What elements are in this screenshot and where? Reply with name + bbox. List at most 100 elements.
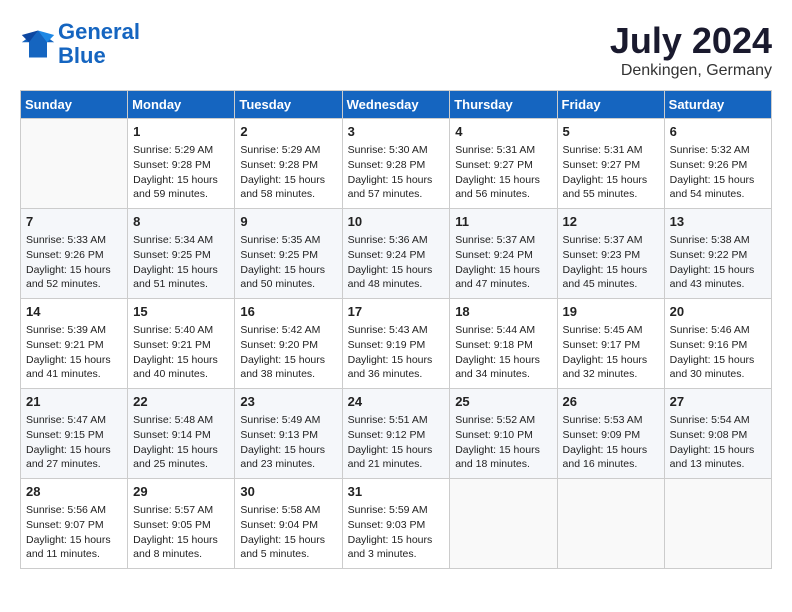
day-info: Sunrise: 5:37 AM Sunset: 9:23 PM Dayligh… <box>563 233 659 292</box>
day-number: 28 <box>26 483 122 501</box>
calendar-cell: 30 Sunrise: 5:58 AM Sunset: 9:04 PM Dayli… <box>235 479 342 569</box>
day-number: 7 <box>26 213 122 231</box>
week-row-3: 14 Sunrise: 5:39 AM Sunset: 9:21 PM Dayli… <box>21 299 772 389</box>
calendar-cell: 4 Sunrise: 5:31 AM Sunset: 9:27 PM Daylig… <box>450 119 557 209</box>
logo-text: General Blue <box>58 20 140 68</box>
day-info: Sunrise: 5:42 AM Sunset: 9:20 PM Dayligh… <box>240 323 336 382</box>
calendar-cell: 7Sunrise: 5:33 AM Sunset: 9:26 PM Daylig… <box>21 209 128 299</box>
weekday-header-monday: Monday <box>128 91 235 119</box>
day-number: 21 <box>26 393 122 411</box>
week-row-5: 28 Sunrise: 5:56 AM Sunset: 9:07 PM Dayli… <box>21 479 772 569</box>
calendar-cell: 26Sunrise: 5:53 AM Sunset: 9:09 PM Dayli… <box>557 389 664 479</box>
logo-icon <box>20 26 56 62</box>
calendar-cell <box>557 479 664 569</box>
day-number: 10 <box>348 213 445 231</box>
day-number: 30 <box>240 483 336 501</box>
calendar-cell: 29Sunrise: 5:57 AM Sunset: 9:05 PM Dayli… <box>128 479 235 569</box>
day-number: 2 <box>240 123 336 141</box>
calendar-cell: 28 Sunrise: 5:56 AM Sunset: 9:07 PM Dayli… <box>21 479 128 569</box>
logo-line2: Blue <box>58 43 106 68</box>
week-row-2: 7Sunrise: 5:33 AM Sunset: 9:26 PM Daylig… <box>21 209 772 299</box>
day-info: Sunrise: 5:36 AM Sunset: 9:24 PM Dayligh… <box>348 233 445 292</box>
day-info: Sunrise: 5:29 AM Sunset: 9:28 PM Dayligh… <box>133 143 229 202</box>
calendar-cell: 8 Sunrise: 5:34 AM Sunset: 9:25 PM Daylig… <box>128 209 235 299</box>
calendar-cell: 14 Sunrise: 5:39 AM Sunset: 9:21 PM Dayli… <box>21 299 128 389</box>
calendar-body: 1Sunrise: 5:29 AM Sunset: 9:28 PM Daylig… <box>21 119 772 569</box>
day-info: Sunrise: 5:34 AM Sunset: 9:25 PM Dayligh… <box>133 233 229 292</box>
calendar-cell <box>21 119 128 209</box>
location: Denkingen, Germany <box>610 62 772 80</box>
calendar-cell: 19 Sunrise: 5:45 AM Sunset: 9:17 PM Dayli… <box>557 299 664 389</box>
month-title: July 2024 <box>610 20 772 62</box>
calendar-cell: 18Sunrise: 5:44 AM Sunset: 9:18 PM Dayli… <box>450 299 557 389</box>
calendar-cell: 20 Sunrise: 5:46 AM Sunset: 9:16 PM Dayli… <box>664 299 771 389</box>
day-info: Sunrise: 5:58 AM Sunset: 9:04 PM Dayligh… <box>240 503 336 562</box>
calendar-cell: 22 Sunrise: 5:48 AM Sunset: 9:14 PM Dayli… <box>128 389 235 479</box>
day-info: Sunrise: 5:54 AM Sunset: 9:08 PM Dayligh… <box>670 413 766 472</box>
calendar-cell: 15 Sunrise: 5:40 AM Sunset: 9:21 PM Dayli… <box>128 299 235 389</box>
day-info: Sunrise: 5:57 AM Sunset: 9:05 PM Dayligh… <box>133 503 229 562</box>
day-number: 27 <box>670 393 766 411</box>
calendar-cell: 1Sunrise: 5:29 AM Sunset: 9:28 PM Daylig… <box>128 119 235 209</box>
calendar-cell: 31 Sunrise: 5:59 AM Sunset: 9:03 PM Dayli… <box>342 479 450 569</box>
day-info: Sunrise: 5:51 AM Sunset: 9:12 PM Dayligh… <box>348 413 445 472</box>
calendar-cell: 5 Sunrise: 5:31 AM Sunset: 9:27 PM Daylig… <box>557 119 664 209</box>
day-number: 12 <box>563 213 659 231</box>
day-info: Sunrise: 5:39 AM Sunset: 9:21 PM Dayligh… <box>26 323 122 382</box>
calendar-cell: 11 Sunrise: 5:37 AM Sunset: 9:24 PM Dayli… <box>450 209 557 299</box>
day-info: Sunrise: 5:47 AM Sunset: 9:15 PM Dayligh… <box>26 413 122 472</box>
week-row-4: 21 Sunrise: 5:47 AM Sunset: 9:15 PM Dayli… <box>21 389 772 479</box>
day-info: Sunrise: 5:59 AM Sunset: 9:03 PM Dayligh… <box>348 503 445 562</box>
calendar-table: SundayMondayTuesdayWednesdayThursdayFrid… <box>20 90 772 569</box>
weekday-header-thursday: Thursday <box>450 91 557 119</box>
day-info: Sunrise: 5:32 AM Sunset: 9:26 PM Dayligh… <box>670 143 766 202</box>
day-number: 22 <box>133 393 229 411</box>
weekday-header-saturday: Saturday <box>664 91 771 119</box>
day-info: Sunrise: 5:31 AM Sunset: 9:27 PM Dayligh… <box>455 143 551 202</box>
day-info: Sunrise: 5:40 AM Sunset: 9:21 PM Dayligh… <box>133 323 229 382</box>
day-number: 19 <box>563 303 659 321</box>
day-number: 9 <box>240 213 336 231</box>
day-info: Sunrise: 5:29 AM Sunset: 9:28 PM Dayligh… <box>240 143 336 202</box>
day-info: Sunrise: 5:56 AM Sunset: 9:07 PM Dayligh… <box>26 503 122 562</box>
calendar-cell: 9Sunrise: 5:35 AM Sunset: 9:25 PM Daylig… <box>235 209 342 299</box>
day-number: 31 <box>348 483 445 501</box>
day-number: 5 <box>563 123 659 141</box>
calendar-cell <box>450 479 557 569</box>
day-number: 6 <box>670 123 766 141</box>
day-info: Sunrise: 5:30 AM Sunset: 9:28 PM Dayligh… <box>348 143 445 202</box>
weekday-header-sunday: Sunday <box>21 91 128 119</box>
calendar-cell: 21 Sunrise: 5:47 AM Sunset: 9:15 PM Dayli… <box>21 389 128 479</box>
day-number: 13 <box>670 213 766 231</box>
logo: General Blue <box>20 20 140 68</box>
calendar-cell: 27 Sunrise: 5:54 AM Sunset: 9:08 PM Dayli… <box>664 389 771 479</box>
day-info: Sunrise: 5:37 AM Sunset: 9:24 PM Dayligh… <box>455 233 551 292</box>
day-info: Sunrise: 5:45 AM Sunset: 9:17 PM Dayligh… <box>563 323 659 382</box>
day-number: 20 <box>670 303 766 321</box>
calendar-cell: 12 Sunrise: 5:37 AM Sunset: 9:23 PM Dayli… <box>557 209 664 299</box>
day-number: 14 <box>26 303 122 321</box>
day-info: Sunrise: 5:31 AM Sunset: 9:27 PM Dayligh… <box>563 143 659 202</box>
logo-line1: General <box>58 19 140 44</box>
day-number: 4 <box>455 123 551 141</box>
calendar-cell: 2 Sunrise: 5:29 AM Sunset: 9:28 PM Daylig… <box>235 119 342 209</box>
day-number: 15 <box>133 303 229 321</box>
day-info: Sunrise: 5:52 AM Sunset: 9:10 PM Dayligh… <box>455 413 551 472</box>
weekday-header-row: SundayMondayTuesdayWednesdayThursdayFrid… <box>21 91 772 119</box>
weekday-header-tuesday: Tuesday <box>235 91 342 119</box>
week-row-1: 1Sunrise: 5:29 AM Sunset: 9:28 PM Daylig… <box>21 119 772 209</box>
calendar-cell: 25Sunrise: 5:52 AM Sunset: 9:10 PM Dayli… <box>450 389 557 479</box>
weekday-header-friday: Friday <box>557 91 664 119</box>
day-number: 8 <box>133 213 229 231</box>
calendar-cell: 10 Sunrise: 5:36 AM Sunset: 9:24 PM Dayli… <box>342 209 450 299</box>
day-number: 11 <box>455 213 551 231</box>
day-info: Sunrise: 5:48 AM Sunset: 9:14 PM Dayligh… <box>133 413 229 472</box>
day-info: Sunrise: 5:46 AM Sunset: 9:16 PM Dayligh… <box>670 323 766 382</box>
day-number: 24 <box>348 393 445 411</box>
title-block: July 2024 Denkingen, Germany <box>610 20 772 80</box>
day-info: Sunrise: 5:38 AM Sunset: 9:22 PM Dayligh… <box>670 233 766 292</box>
page-header: General Blue July 2024 Denkingen, German… <box>20 20 772 80</box>
calendar-cell <box>664 479 771 569</box>
day-number: 23 <box>240 393 336 411</box>
calendar-cell: 13 Sunrise: 5:38 AM Sunset: 9:22 PM Dayli… <box>664 209 771 299</box>
